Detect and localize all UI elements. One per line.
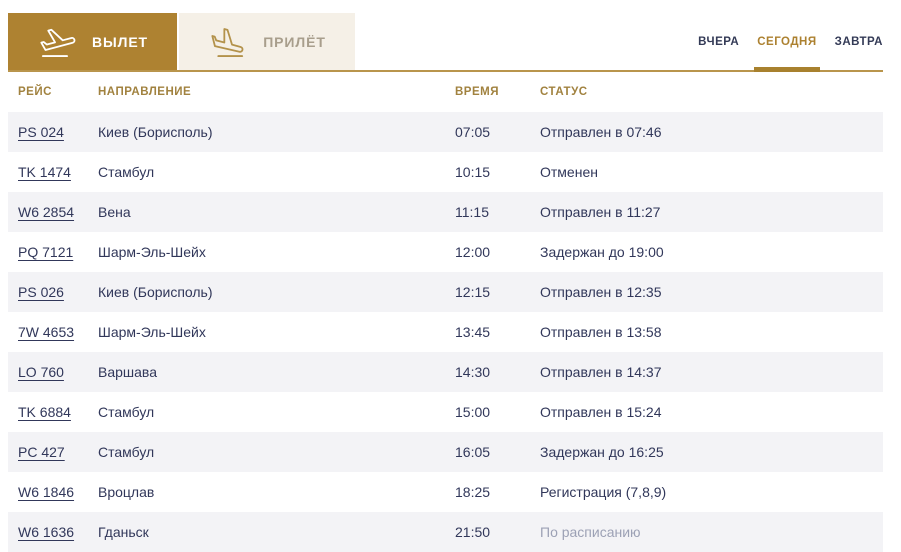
column-header-flight: РЕЙС — [18, 86, 52, 98]
table-row: 7W 4653 Шарм-Эль-Шейх 13:45 Отправлен в … — [8, 312, 883, 352]
table-row: TK 6884 Стамбул 15:00 Отправлен в 15:24 — [8, 392, 883, 432]
time-cell: 10:15 — [455, 164, 491, 180]
time-cell: 12:00 — [455, 244, 491, 260]
tab-departure[interactable]: ВЫЛЕТ — [8, 13, 177, 70]
destination-cell: Стамбул — [98, 164, 155, 180]
destination-cell: Стамбул — [98, 444, 155, 460]
tab-yesterday[interactable]: ВЧЕРА — [698, 13, 739, 70]
table-header: РЕЙС НАПРАВЛЕНИЕ ВРЕМЯ СТАТУС — [8, 72, 883, 112]
destination-cell: Киев (Борисполь) — [98, 284, 213, 300]
plane-takeoff-icon — [37, 24, 79, 60]
flight-board: ВЫЛЕТ ПРИЛЁТ ВЧЕРА СЕГОДНЯ ЗАВТРА РЕЙС Н… — [8, 13, 883, 552]
flight-link[interactable]: PS 026 — [18, 284, 64, 300]
destination-cell: Шарм-Эль-Шейх — [98, 244, 206, 260]
column-header-time: ВРЕМЯ — [455, 86, 499, 98]
flight-link[interactable]: 7W 4653 — [18, 324, 74, 340]
date-tabs: ВЧЕРА СЕГОДНЯ ЗАВТРА — [698, 13, 883, 72]
time-cell: 16:05 — [455, 444, 491, 460]
status-cell: Задержан до 19:00 — [540, 244, 664, 260]
destination-cell: Гданьск — [98, 524, 149, 540]
status-cell: Отправлен в 07:46 — [540, 124, 662, 140]
table-row: W6 2854 Вена 11:15 Отправлен в 11:27 — [8, 192, 883, 232]
time-cell: 14:30 — [455, 364, 491, 380]
plane-landing-icon — [208, 24, 250, 60]
table-row: PQ 7121 Шарм-Эль-Шейх 12:00 Задержан до … — [8, 232, 883, 272]
tabs-row: ВЫЛЕТ ПРИЛЁТ ВЧЕРА СЕГОДНЯ ЗАВТРА — [8, 13, 883, 72]
flight-link[interactable]: W6 1636 — [18, 524, 74, 540]
table-row: TK 1474 Стамбул 10:15 Отменен — [8, 152, 883, 192]
destination-cell: Вроцлав — [98, 484, 155, 500]
table-row: PS 024 Киев (Борисполь) 07:05 Отправлен … — [8, 112, 883, 152]
tab-today[interactable]: СЕГОДНЯ — [754, 13, 821, 72]
flight-link[interactable]: TK 6884 — [18, 404, 71, 420]
status-cell: Отправлен в 13:58 — [540, 324, 662, 340]
time-cell: 11:15 — [455, 204, 489, 220]
flight-link[interactable]: W6 1846 — [18, 484, 74, 500]
status-cell: Отправлен в 12:35 — [540, 284, 662, 300]
tab-tomorrow[interactable]: ЗАВТРА — [835, 13, 883, 70]
flight-link[interactable]: LO 760 — [18, 364, 64, 380]
destination-cell: Шарм-Эль-Шейх — [98, 324, 206, 340]
status-cell: Регистрация (7,8,9) — [540, 484, 667, 500]
flight-link[interactable]: PQ 7121 — [18, 244, 73, 260]
tab-arrival[interactable]: ПРИЛЁТ — [179, 13, 355, 70]
status-cell: Отправлен в 14:37 — [540, 364, 662, 380]
table-body: PS 024 Киев (Борисполь) 07:05 Отправлен … — [8, 112, 883, 552]
status-cell: По расписанию — [540, 524, 641, 540]
destination-cell: Киев (Борисполь) — [98, 124, 213, 140]
time-cell: 18:25 — [455, 484, 491, 500]
destination-cell: Вена — [98, 204, 131, 220]
column-header-status: СТАТУС — [540, 86, 588, 98]
tab-departure-label: ВЫЛЕТ — [91, 33, 149, 50]
time-cell: 15:00 — [455, 404, 491, 420]
destination-cell: Варшава — [98, 364, 157, 380]
flight-link[interactable]: TK 1474 — [18, 164, 71, 180]
status-cell: Отменен — [540, 164, 598, 180]
flight-link[interactable]: PS 024 — [18, 124, 64, 140]
time-cell: 07:05 — [455, 124, 491, 140]
flight-link[interactable]: W6 2854 — [18, 204, 74, 220]
destination-cell: Стамбул — [98, 404, 155, 420]
table-row: W6 1846 Вроцлав 18:25 Регистрация (7,8,9… — [8, 472, 883, 512]
column-header-destination: НАПРАВЛЕНИЕ — [98, 86, 192, 98]
time-cell: 13:45 — [455, 324, 491, 340]
status-cell: Отправлен в 15:24 — [540, 404, 662, 420]
table-row: PC 427 Стамбул 16:05 Задержан до 16:25 — [8, 432, 883, 472]
table-row: W6 1636 Гданьск 21:50 По расписанию — [8, 512, 883, 552]
table-row: PS 026 Киев (Борисполь) 12:15 Отправлен … — [8, 272, 883, 312]
time-cell: 21:50 — [455, 524, 491, 540]
time-cell: 12:15 — [455, 284, 491, 300]
status-cell: Задержан до 16:25 — [540, 444, 664, 460]
status-cell: Отправлен в 11:27 — [540, 204, 661, 220]
tab-arrival-label: ПРИЛЁТ — [263, 33, 326, 50]
flight-link[interactable]: PC 427 — [18, 444, 65, 460]
table-row: LO 760 Варшава 14:30 Отправлен в 14:37 — [8, 352, 883, 392]
